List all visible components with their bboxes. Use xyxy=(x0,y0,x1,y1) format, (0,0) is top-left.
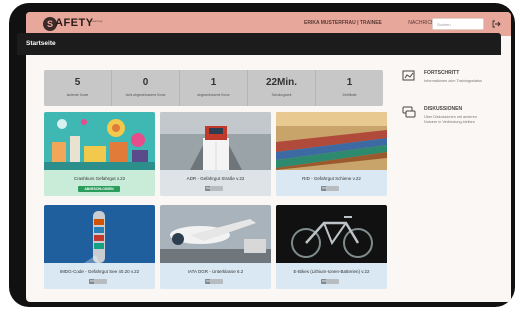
stat-value: 5 xyxy=(74,77,81,88)
stat-label: Zertifikate xyxy=(342,93,357,97)
sidebar-progress-title: FORTSCHRITT xyxy=(424,70,460,76)
top-nav: ERIKA MUSTERFRAU | TRAINEE NACHRICHTEN xyxy=(304,20,445,26)
course-image-ebikes xyxy=(276,205,387,263)
course-card-crashkurs[interactable]: Crashkurs Gefahrgut v.22 ABGESCHLOSSEN xyxy=(44,112,155,196)
logo[interactable]: S AFETY eLearning xyxy=(43,16,102,32)
chat-icon xyxy=(402,106,416,118)
page-title-bar: Startseite xyxy=(17,33,501,55)
sidebar-discussions-desc: Über Diskussionen mit anderen Nutzern in… xyxy=(424,115,477,125)
stat-value: 22Min. xyxy=(265,77,298,88)
stat-certificates: 1 Zertifikate xyxy=(316,70,383,106)
stat-value: 1 xyxy=(210,77,217,88)
search-input[interactable]: Suchen xyxy=(432,18,484,30)
stats-panel: 5 laufende Kurse 0 nicht abgeschlossene … xyxy=(44,70,383,106)
progress-label: 0% xyxy=(206,186,211,190)
progress-bar: 0% xyxy=(321,279,339,284)
stat-value: 0 xyxy=(142,77,149,88)
progress-label: 0% xyxy=(90,279,95,283)
course-image-adr xyxy=(160,112,271,170)
chart-icon xyxy=(402,70,415,81)
logo-tagline: eLearning xyxy=(89,19,103,23)
logo-text: AFETY xyxy=(55,17,94,29)
course-image-imdg xyxy=(44,205,155,263)
course-card-rid[interactable]: RID - Gefahrgut Schiene v.22 0% xyxy=(276,112,387,196)
progress-bar: 0% xyxy=(205,279,223,284)
stat-training-time: 22Min. Schulungszeit xyxy=(248,70,316,106)
course-title: E-Bikes (Lithium-Ionen-Batterien) v.22 xyxy=(293,269,370,274)
page-title: Startseite xyxy=(26,40,56,47)
course-title: IATA DGR - Unterklasse 6.2 xyxy=(187,269,244,274)
stat-label: laufende Kurse xyxy=(66,93,89,97)
progress-bar: 0% xyxy=(89,279,107,284)
stat-label: nicht abgeschlossene Kurse xyxy=(125,93,166,97)
course-card-adr[interactable]: ADR - Gefahrgut Straße v.22 0% xyxy=(160,112,271,196)
logout-icon[interactable] xyxy=(491,19,501,29)
sidebar-discussions-title: DISKUSSIONEN xyxy=(424,106,463,112)
stat-value: 1 xyxy=(346,77,353,88)
course-image-rid xyxy=(276,112,387,170)
course-title: Crashkurs Gefahrgut v.22 xyxy=(73,176,126,181)
stat-label: Schulungszeit xyxy=(271,93,292,97)
course-title: ADR - Gefahrgut Straße v.22 xyxy=(186,176,245,181)
sidebar-progress-desc: Informationen zum Trainingsstatus xyxy=(424,79,483,83)
progress-label: 0% xyxy=(322,279,327,283)
status-badge: ABGESCHLOSSEN xyxy=(78,186,120,192)
stat-unfinished-courses: 0 nicht abgeschlossene Kurse xyxy=(112,70,180,106)
course-card-ebikes[interactable]: E-Bikes (Lithium-Ionen-Batterien) v.22 0… xyxy=(276,205,387,289)
course-image-crashkurs xyxy=(44,112,155,170)
user-menu[interactable]: ERIKA MUSTERFRAU | TRAINEE xyxy=(304,20,382,26)
progress-bar: 0% xyxy=(205,186,223,191)
course-card-iata[interactable]: IATA DGR - Unterklasse 6.2 0% xyxy=(160,205,271,289)
progress-label: 0% xyxy=(206,279,211,283)
course-image-iata xyxy=(160,205,271,263)
stat-running-courses: 5 laufende Kurse xyxy=(44,70,112,106)
stat-completed-courses: 1 abgeschlossene Kurse xyxy=(180,70,248,106)
course-title: IMDG-Code - Gefahrgut See 40.20 v.22 xyxy=(59,269,140,274)
course-card-imdg[interactable]: IMDG-Code - Gefahrgut See 40.20 v.22 0% xyxy=(44,205,155,289)
course-title: RID - Gefahrgut Schiene v.22 xyxy=(302,176,361,181)
progress-label: 0% xyxy=(322,186,327,190)
stat-label: abgeschlossene Kurse xyxy=(197,93,230,97)
progress-bar: 0% xyxy=(321,186,339,191)
